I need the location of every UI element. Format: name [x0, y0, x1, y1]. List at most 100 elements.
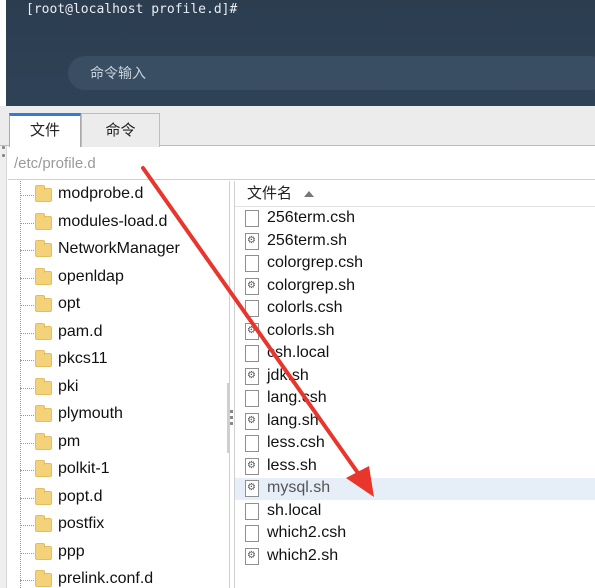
folder-icon [35, 405, 52, 422]
tab-files[interactable]: 文件 [9, 113, 81, 147]
file-icon [245, 255, 259, 272]
file-name: lang.sh [267, 411, 319, 429]
tree-item[interactable]: modules-load.d [8, 211, 229, 237]
tree-item[interactable]: ppp [8, 541, 229, 567]
command-input[interactable]: 命令输入 [68, 56, 595, 90]
tree-item-label: ppp [58, 542, 85, 560]
tree-item-label: opt [58, 295, 81, 312]
column-header-filename[interactable]: 文件名 [235, 181, 595, 207]
tree-item[interactable]: opt [8, 293, 229, 319]
tree-item[interactable]: plymouth [8, 403, 229, 429]
tree-item-label: NetworkManager [58, 240, 180, 257]
tree-item-label: polkit-1 [58, 460, 110, 477]
file-row[interactable]: which2.sh [235, 546, 595, 568]
file-name: colorgrep.csh [267, 254, 364, 271]
tree-branch-line [20, 442, 34, 444]
folder-icon [35, 322, 52, 340]
file-name: colorgrep.sh [267, 276, 356, 294]
file-row[interactable]: jdk.sh [235, 366, 595, 388]
file-icon [245, 345, 259, 362]
tab-commands[interactable]: 命令 [81, 113, 160, 147]
file-name: colorls.sh [267, 321, 335, 339]
script-icon [245, 412, 259, 430]
tree-branch-line [20, 222, 34, 224]
file-name: which2.sh [267, 546, 339, 564]
tree-item[interactable]: pam.d [8, 321, 229, 347]
tree-branch-line [20, 415, 34, 416]
tree-branch-line [20, 525, 34, 526]
terminal-panel[interactable]: [root@localhost profile.d]# 命令输入 [6, 0, 595, 106]
tree-branch-line [20, 580, 34, 581]
tree-branch-line [20, 360, 34, 361]
folder-icon [35, 515, 52, 532]
tree-item[interactable]: postfix [8, 513, 229, 539]
tree-item[interactable]: pkcs11 [8, 348, 229, 374]
file-name: 256term.csh [267, 209, 356, 226]
tree-item[interactable]: openldap [8, 266, 229, 292]
file-icon [245, 390, 259, 407]
tree-item-label: plymouth [58, 405, 123, 422]
sort-ascending-icon [304, 191, 314, 197]
file-list[interactable]: 文件名 256term.csh 256term.sh colorgrep.csh co… [234, 181, 595, 588]
file-row[interactable]: mysql.sh [235, 478, 595, 500]
folder-icon [35, 432, 52, 450]
folder-icon [35, 240, 52, 257]
tree-item-label: modprobe.d [58, 185, 144, 202]
directory-tree[interactable]: modprobe.d modules-load.d NetworkManager op… [8, 181, 230, 588]
tree-item[interactable]: prelink.conf.d [8, 568, 229, 588]
tree-branch-line [20, 195, 34, 196]
file-icon [245, 210, 259, 227]
column-header-label: 文件名 [247, 185, 293, 202]
file-row[interactable]: less.sh [235, 456, 595, 478]
file-name: 256term.sh [267, 231, 348, 249]
terminal-prompt: [root@localhost profile.d]# [26, 2, 238, 17]
folder-icon [35, 570, 52, 587]
tree-item-label: modules-load.d [58, 212, 168, 230]
tree-item[interactable]: modprobe.d [8, 183, 229, 209]
tree-branch-line [20, 552, 34, 554]
script-icon [245, 367, 259, 385]
tree-item-label: pkcs11 [58, 350, 108, 367]
file-row[interactable]: sh.local [235, 501, 595, 523]
file-row[interactable]: 256term.sh [235, 231, 595, 253]
tree-item[interactable]: popt.d [8, 486, 229, 512]
script-icon [245, 547, 259, 565]
file-row[interactable]: less.csh [235, 433, 595, 455]
script-icon [245, 232, 259, 250]
tree-item-label: openldap [58, 267, 124, 285]
tree-item[interactable]: pm [8, 431, 229, 457]
tree-item[interactable]: NetworkManager [8, 238, 229, 264]
file-row[interactable]: 256term.csh [235, 208, 595, 230]
grip-dot [2, 146, 5, 149]
tree-branch-line [20, 332, 34, 334]
grip-dot [2, 154, 5, 157]
file-name: lang.csh [267, 389, 327, 406]
file-icon [245, 502, 259, 520]
script-icon [245, 322, 259, 340]
tree-item[interactable]: pki [8, 376, 229, 402]
tree-branch-line [20, 305, 34, 306]
tree-item-label: prelink.conf.d [58, 570, 154, 587]
file-name: colorls.csh [267, 299, 343, 316]
script-icon [245, 480, 259, 497]
file-row[interactable]: which2.csh [235, 523, 595, 545]
folder-icon [35, 377, 52, 395]
file-row[interactable]: colorgrep.sh [235, 276, 595, 298]
file-row[interactable]: lang.sh [235, 411, 595, 433]
file-row[interactable]: colorls.sh [235, 321, 595, 343]
file-row[interactable]: colorls.csh [235, 298, 595, 320]
file-row[interactable]: csh.local [235, 343, 595, 365]
file-row[interactable]: lang.csh [235, 388, 595, 410]
tree-item[interactable]: polkit-1 [8, 458, 229, 484]
file-row[interactable]: colorgrep.csh [235, 253, 595, 275]
folder-icon [35, 185, 52, 202]
left-edge-handle[interactable] [0, 108, 7, 588]
tree-branch-line [20, 497, 34, 499]
file-icon [245, 300, 259, 317]
folder-icon [35, 487, 52, 505]
tree-item-label: popt.d [58, 487, 103, 505]
path-bar[interactable]: /etc/profile.d [8, 147, 595, 180]
file-name: sh.local [267, 501, 322, 519]
folder-icon [35, 267, 52, 285]
folder-icon [35, 212, 52, 230]
